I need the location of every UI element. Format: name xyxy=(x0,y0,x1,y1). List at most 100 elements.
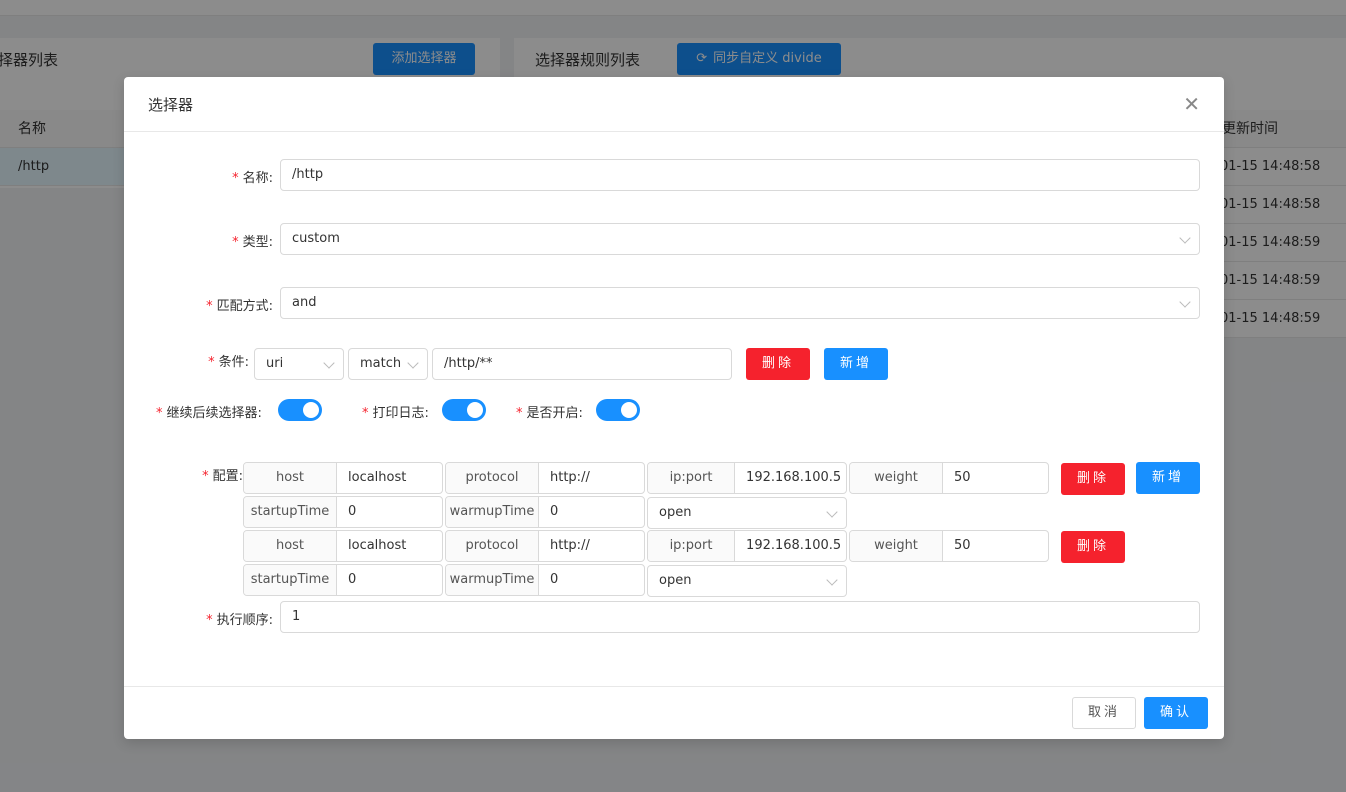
enabled-label: * 是否开启: xyxy=(516,402,583,421)
name-label: * 名称: xyxy=(232,167,273,186)
chevron-down-icon xyxy=(1179,296,1191,308)
host-value: localhost xyxy=(348,470,407,485)
ipport-value: 192.168.100.5 xyxy=(746,538,842,553)
condition-label-text: 条件: xyxy=(218,355,249,370)
modal-header: 选择器 ✕ xyxy=(124,77,1224,132)
startup-addon: startupTime xyxy=(244,565,337,595)
status-value: open xyxy=(659,505,692,520)
protocol-addon: protocol xyxy=(446,463,539,493)
modal-title: 选择器 xyxy=(148,95,194,114)
required-mark: * xyxy=(362,406,369,421)
continued-label: * 继续后续选择器: xyxy=(156,402,262,421)
chevron-down-icon xyxy=(407,357,419,369)
warmup-value: 0 xyxy=(550,572,559,587)
upstream-warmup-field[interactable]: warmupTime 0 xyxy=(445,496,645,528)
cancel-button[interactable]: 取消 xyxy=(1072,697,1136,729)
upstream-startup-field[interactable]: startupTime 0 xyxy=(243,496,443,528)
modal-footer: 取消 确认 xyxy=(124,686,1224,739)
match-mode-label: * 匹配方式: xyxy=(206,295,273,314)
chevron-down-icon xyxy=(826,574,838,586)
match-mode-select[interactable]: and xyxy=(280,287,1200,319)
selector-modal: 选择器 ✕ * 名称: /http * 类型: custom * 匹配方式: and … xyxy=(124,77,1224,739)
startup-value: 0 xyxy=(348,504,357,519)
chevron-down-icon xyxy=(826,506,838,518)
weight-addon: weight xyxy=(850,531,943,561)
ipport-addon: ip:port xyxy=(648,531,736,561)
switch-knob xyxy=(621,402,637,418)
config-label: * 配置: xyxy=(202,465,243,484)
sort-label-text: 执行顺序: xyxy=(216,613,273,628)
weight-value: 50 xyxy=(954,538,971,553)
upstream-ipport-field[interactable]: ip:port 192.168.100.5 xyxy=(647,462,847,494)
type-label: * 类型: xyxy=(232,231,273,250)
required-mark: * xyxy=(206,299,213,314)
startup-value: 0 xyxy=(348,572,357,587)
status-value: open xyxy=(659,573,692,588)
required-mark: * xyxy=(232,235,239,250)
type-label-text: 类型: xyxy=(242,235,273,250)
upstream-add-button[interactable]: 新增 xyxy=(1136,462,1200,494)
host-addon: host xyxy=(244,463,337,493)
config-label-text: 配置: xyxy=(212,469,243,484)
ipport-value: 192.168.100.5 xyxy=(746,470,842,485)
condition-param-type-select[interactable]: uri xyxy=(254,348,344,380)
condition-param-type-value: uri xyxy=(266,356,284,371)
enabled-label-text: 是否开启: xyxy=(526,406,583,421)
condition-label: * 条件: xyxy=(208,351,249,370)
log-switch[interactable] xyxy=(442,399,486,421)
name-input[interactable]: /http xyxy=(280,159,1200,191)
required-mark: * xyxy=(206,613,213,628)
sort-input[interactable]: 1 xyxy=(280,601,1200,633)
upstream-warmup-field[interactable]: warmupTime 0 xyxy=(445,564,645,596)
weight-addon: weight xyxy=(850,463,943,493)
match-mode-value: and xyxy=(292,295,317,310)
upstream-protocol-field[interactable]: protocol http:// xyxy=(445,530,645,562)
host-value: localhost xyxy=(348,538,407,553)
warmup-value: 0 xyxy=(550,504,559,519)
condition-add-button[interactable]: 新增 xyxy=(824,348,888,380)
condition-value-input[interactable]: /http/** xyxy=(432,348,732,380)
condition-operator-value: match xyxy=(360,356,402,371)
ipport-addon: ip:port xyxy=(648,463,736,493)
required-mark: * xyxy=(156,406,163,421)
condition-operator-select[interactable]: match xyxy=(348,348,428,380)
enabled-switch[interactable] xyxy=(596,399,640,421)
upstream-delete-button[interactable]: 删除 xyxy=(1061,531,1125,563)
upstream-startup-field[interactable]: startupTime 0 xyxy=(243,564,443,596)
warmup-addon: warmupTime xyxy=(446,497,539,527)
upstream-weight-field[interactable]: weight 50 xyxy=(849,462,1049,494)
match-mode-label-text: 匹配方式: xyxy=(216,299,273,314)
switch-knob xyxy=(467,402,483,418)
upstream-status-select[interactable]: open xyxy=(647,565,847,597)
host-addon: host xyxy=(244,531,337,561)
upstream-status-select[interactable]: open xyxy=(647,497,847,529)
log-label-text: 打印日志: xyxy=(372,406,429,421)
upstream-protocol-field[interactable]: protocol http:// xyxy=(445,462,645,494)
continued-switch[interactable] xyxy=(278,399,322,421)
protocol-value: http:// xyxy=(550,470,590,485)
upstream-weight-field[interactable]: weight 50 xyxy=(849,530,1049,562)
log-label: * 打印日志: xyxy=(362,402,429,421)
chevron-down-icon xyxy=(323,357,335,369)
weight-value: 50 xyxy=(954,470,971,485)
close-icon[interactable]: ✕ xyxy=(1183,94,1200,114)
protocol-addon: protocol xyxy=(446,531,539,561)
upstream-host-field[interactable]: host localhost xyxy=(243,530,443,562)
upstream-ipport-field[interactable]: ip:port 192.168.100.5 xyxy=(647,530,847,562)
confirm-button[interactable]: 确认 xyxy=(1144,697,1208,729)
condition-delete-button[interactable]: 删除 xyxy=(746,348,810,380)
sort-label: * 执行顺序: xyxy=(206,609,273,628)
required-mark: * xyxy=(208,355,215,370)
warmup-addon: warmupTime xyxy=(446,565,539,595)
protocol-value: http:// xyxy=(550,538,590,553)
type-value: custom xyxy=(292,231,340,246)
switch-knob xyxy=(303,402,319,418)
continued-label-text: 继续后续选择器: xyxy=(166,406,262,421)
required-mark: * xyxy=(202,469,209,484)
required-mark: * xyxy=(516,406,523,421)
type-select[interactable]: custom xyxy=(280,223,1200,255)
required-mark: * xyxy=(232,171,239,186)
chevron-down-icon xyxy=(1179,232,1191,244)
upstream-delete-button[interactable]: 删除 xyxy=(1061,463,1125,495)
upstream-host-field[interactable]: host localhost xyxy=(243,462,443,494)
